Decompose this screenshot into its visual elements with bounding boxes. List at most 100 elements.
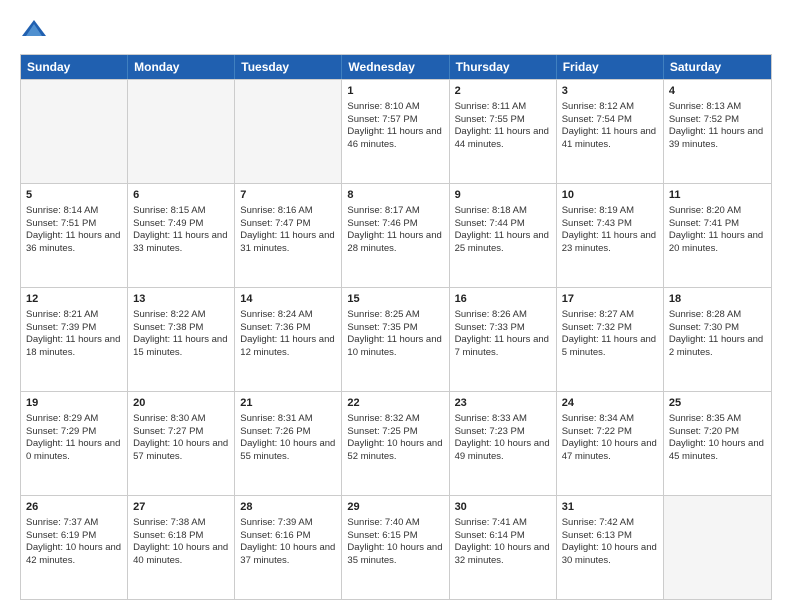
- day-number: 3: [562, 84, 658, 99]
- daylight-text: Daylight: 10 hours and 42 minutes.: [26, 542, 122, 568]
- cal-cell-17: 17Sunrise: 8:27 AMSunset: 7:32 PMDayligh…: [557, 288, 664, 391]
- sunrise-text: Sunrise: 8:27 AM: [562, 309, 658, 322]
- sunset-text: Sunset: 7:44 PM: [455, 218, 551, 231]
- sunrise-text: Sunrise: 8:20 AM: [669, 205, 766, 218]
- sunrise-text: Sunrise: 8:31 AM: [240, 413, 336, 426]
- sunrise-text: Sunrise: 7:39 AM: [240, 517, 336, 530]
- sunrise-text: Sunrise: 8:24 AM: [240, 309, 336, 322]
- sunrise-text: Sunrise: 8:26 AM: [455, 309, 551, 322]
- sunrise-text: Sunrise: 8:35 AM: [669, 413, 766, 426]
- daylight-text: Daylight: 11 hours and 0 minutes.: [26, 438, 122, 464]
- sunset-text: Sunset: 7:35 PM: [347, 322, 443, 335]
- sunset-text: Sunset: 7:54 PM: [562, 114, 658, 127]
- cal-cell-26: 26Sunrise: 7:37 AMSunset: 6:19 PMDayligh…: [21, 496, 128, 599]
- daylight-text: Daylight: 11 hours and 44 minutes.: [455, 126, 551, 152]
- cal-cell-21: 21Sunrise: 8:31 AMSunset: 7:26 PMDayligh…: [235, 392, 342, 495]
- cal-cell-12: 12Sunrise: 8:21 AMSunset: 7:39 PMDayligh…: [21, 288, 128, 391]
- day-number: 12: [26, 292, 122, 307]
- cal-cell-empty-4-6: [664, 496, 771, 599]
- day-number: 23: [455, 396, 551, 411]
- cal-week-0: 1Sunrise: 8:10 AMSunset: 7:57 PMDaylight…: [21, 79, 771, 183]
- cal-header-wednesday: Wednesday: [342, 55, 449, 79]
- sunset-text: Sunset: 7:23 PM: [455, 426, 551, 439]
- sunset-text: Sunset: 7:33 PM: [455, 322, 551, 335]
- sunrise-text: Sunrise: 8:22 AM: [133, 309, 229, 322]
- daylight-text: Daylight: 11 hours and 10 minutes.: [347, 334, 443, 360]
- daylight-text: Daylight: 11 hours and 46 minutes.: [347, 126, 443, 152]
- sunrise-text: Sunrise: 8:28 AM: [669, 309, 766, 322]
- page: SundayMondayTuesdayWednesdayThursdayFrid…: [0, 0, 792, 612]
- cal-cell-5: 5Sunrise: 8:14 AMSunset: 7:51 PMDaylight…: [21, 184, 128, 287]
- day-number: 19: [26, 396, 122, 411]
- day-number: 13: [133, 292, 229, 307]
- cal-week-2: 12Sunrise: 8:21 AMSunset: 7:39 PMDayligh…: [21, 287, 771, 391]
- cal-cell-18: 18Sunrise: 8:28 AMSunset: 7:30 PMDayligh…: [664, 288, 771, 391]
- day-number: 26: [26, 500, 122, 515]
- day-number: 8: [347, 188, 443, 203]
- cal-cell-10: 10Sunrise: 8:19 AMSunset: 7:43 PMDayligh…: [557, 184, 664, 287]
- day-number: 11: [669, 188, 766, 203]
- sunset-text: Sunset: 7:36 PM: [240, 322, 336, 335]
- sunrise-text: Sunrise: 8:29 AM: [26, 413, 122, 426]
- cal-header-saturday: Saturday: [664, 55, 771, 79]
- cal-cell-30: 30Sunrise: 7:41 AMSunset: 6:14 PMDayligh…: [450, 496, 557, 599]
- cal-cell-8: 8Sunrise: 8:17 AMSunset: 7:46 PMDaylight…: [342, 184, 449, 287]
- day-number: 10: [562, 188, 658, 203]
- cal-cell-23: 23Sunrise: 8:33 AMSunset: 7:23 PMDayligh…: [450, 392, 557, 495]
- daylight-text: Daylight: 11 hours and 28 minutes.: [347, 230, 443, 256]
- sunset-text: Sunset: 7:43 PM: [562, 218, 658, 231]
- sunset-text: Sunset: 7:22 PM: [562, 426, 658, 439]
- cal-cell-20: 20Sunrise: 8:30 AMSunset: 7:27 PMDayligh…: [128, 392, 235, 495]
- sunrise-text: Sunrise: 7:40 AM: [347, 517, 443, 530]
- daylight-text: Daylight: 11 hours and 15 minutes.: [133, 334, 229, 360]
- daylight-text: Daylight: 11 hours and 23 minutes.: [562, 230, 658, 256]
- day-number: 31: [562, 500, 658, 515]
- sunrise-text: Sunrise: 8:25 AM: [347, 309, 443, 322]
- logo-icon: [20, 16, 48, 44]
- cal-week-1: 5Sunrise: 8:14 AMSunset: 7:51 PMDaylight…: [21, 183, 771, 287]
- cal-cell-1: 1Sunrise: 8:10 AMSunset: 7:57 PMDaylight…: [342, 80, 449, 183]
- daylight-text: Daylight: 11 hours and 2 minutes.: [669, 334, 766, 360]
- daylight-text: Daylight: 11 hours and 31 minutes.: [240, 230, 336, 256]
- day-number: 14: [240, 292, 336, 307]
- sunset-text: Sunset: 6:18 PM: [133, 530, 229, 543]
- sunset-text: Sunset: 7:47 PM: [240, 218, 336, 231]
- cal-cell-4: 4Sunrise: 8:13 AMSunset: 7:52 PMDaylight…: [664, 80, 771, 183]
- daylight-text: Daylight: 11 hours and 12 minutes.: [240, 334, 336, 360]
- day-number: 24: [562, 396, 658, 411]
- calendar-body: 1Sunrise: 8:10 AMSunset: 7:57 PMDaylight…: [21, 79, 771, 599]
- sunset-text: Sunset: 7:32 PM: [562, 322, 658, 335]
- daylight-text: Daylight: 11 hours and 33 minutes.: [133, 230, 229, 256]
- sunset-text: Sunset: 7:29 PM: [26, 426, 122, 439]
- day-number: 21: [240, 396, 336, 411]
- daylight-text: Daylight: 10 hours and 40 minutes.: [133, 542, 229, 568]
- daylight-text: Daylight: 11 hours and 25 minutes.: [455, 230, 551, 256]
- sunset-text: Sunset: 7:49 PM: [133, 218, 229, 231]
- sunrise-text: Sunrise: 7:38 AM: [133, 517, 229, 530]
- sunset-text: Sunset: 6:13 PM: [562, 530, 658, 543]
- day-number: 28: [240, 500, 336, 515]
- daylight-text: Daylight: 10 hours and 47 minutes.: [562, 438, 658, 464]
- day-number: 2: [455, 84, 551, 99]
- sunset-text: Sunset: 7:20 PM: [669, 426, 766, 439]
- sunset-text: Sunset: 7:27 PM: [133, 426, 229, 439]
- day-number: 27: [133, 500, 229, 515]
- cal-cell-14: 14 Sunrise: 8:24 AMSunset: 7:36 PMDayligh…: [235, 288, 342, 391]
- sunset-text: Sunset: 7:55 PM: [455, 114, 551, 127]
- day-number: 29: [347, 500, 443, 515]
- cal-cell-2: 2Sunrise: 8:11 AMSunset: 7:55 PMDaylight…: [450, 80, 557, 183]
- sunrise-text: Sunrise: 8:32 AM: [347, 413, 443, 426]
- daylight-text: Daylight: 10 hours and 37 minutes.: [240, 542, 336, 568]
- daylight-text: Daylight: 10 hours and 32 minutes.: [455, 542, 551, 568]
- sunset-text: Sunset: 7:41 PM: [669, 218, 766, 231]
- sunset-text: Sunset: 6:15 PM: [347, 530, 443, 543]
- sunset-text: Sunset: 7:51 PM: [26, 218, 122, 231]
- cal-cell-7: 7Sunrise: 8:16 AMSunset: 7:47 PMDaylight…: [235, 184, 342, 287]
- sunrise-text: Sunrise: 8:13 AM: [669, 101, 766, 114]
- daylight-text: Daylight: 10 hours and 55 minutes.: [240, 438, 336, 464]
- cal-cell-24: 24Sunrise: 8:34 AMSunset: 7:22 PMDayligh…: [557, 392, 664, 495]
- sunrise-text: Sunrise: 8:16 AM: [240, 205, 336, 218]
- daylight-text: Daylight: 11 hours and 41 minutes.: [562, 126, 658, 152]
- cal-header-friday: Friday: [557, 55, 664, 79]
- daylight-text: Daylight: 10 hours and 49 minutes.: [455, 438, 551, 464]
